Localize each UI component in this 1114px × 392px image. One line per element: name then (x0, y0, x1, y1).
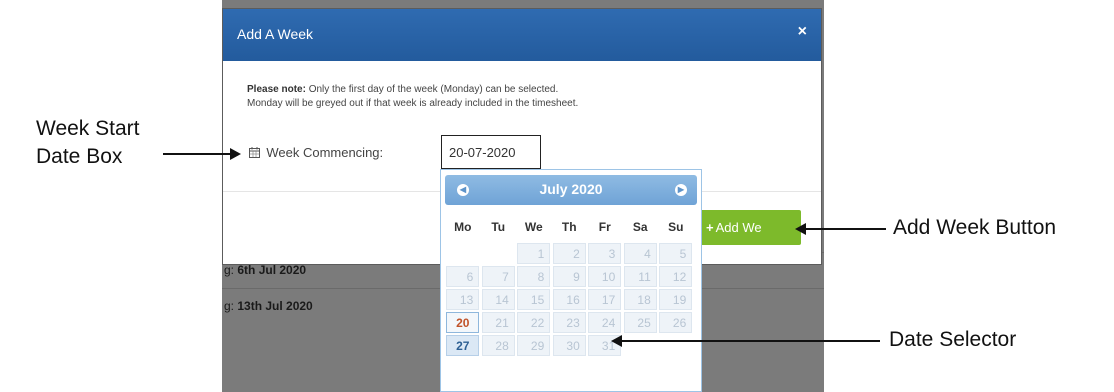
datepicker-header: ◀ July 2020 ▶ (445, 175, 697, 205)
row-week-value: 13th Jul 2020 (237, 299, 313, 313)
weekday-label: Tu (491, 220, 506, 234)
annotation-week-start: Week Start Date Box (36, 115, 139, 171)
modal-header: Add A Week × (223, 9, 821, 61)
calendar-day-disabled: 3 (588, 243, 622, 264)
close-icon[interactable]: × (798, 23, 807, 41)
calendar-day-disabled: 13 (446, 289, 480, 310)
annotation-arrow-line (806, 228, 886, 230)
note-bold-label: Please note: (247, 84, 306, 95)
add-week-label: Add We (715, 220, 762, 235)
calendar-icon (249, 146, 263, 160)
week-start-date-input[interactable]: 20-07-2020 (441, 135, 541, 169)
calendar-day-disabled: 10 (588, 266, 622, 287)
plus-icon: + (706, 220, 714, 235)
weekday-label: Fr (598, 220, 611, 234)
weekday-label: Mo (454, 220, 472, 234)
calendar-day-disabled: 7 (481, 266, 515, 287)
date-selector[interactable]: ◀ July 2020 ▶ Mo Tu We Th Fr Sa Su 1 2 3 4 5 6 7 8 9 10… (440, 169, 702, 392)
calendar-day-disabled: 4 (623, 243, 657, 264)
row-label: g: (224, 299, 235, 313)
calendar-day-disabled: 16 (552, 289, 586, 310)
calendar-day-disabled: 30 (552, 335, 586, 356)
arrow-left-icon (611, 335, 622, 347)
calendar-day-disabled: 2 (552, 243, 586, 264)
calendar-day-disabled: 23 (552, 312, 586, 333)
annotation-arrow-line (163, 153, 231, 155)
calendar-empty-cell (446, 243, 479, 264)
calendar-day-disabled: 17 (588, 289, 622, 310)
calendar-day-disabled: 18 (623, 289, 657, 310)
calendar-day-disabled: 5 (659, 243, 693, 264)
modal-title: Add A Week (237, 26, 314, 42)
calendar-week-row: 13 14 15 16 17 18 19 (445, 288, 694, 311)
annotation-date-selector: Date Selector (889, 328, 1017, 351)
calendar-day-disabled: 29 (517, 335, 551, 356)
calendar-week-row: 12345 (445, 242, 694, 265)
note-line-1: Only the first day of the week (Monday) … (305, 84, 559, 95)
calendar-week-row: 6 7 8 9 10 11 12 (445, 265, 694, 288)
calendar-day-selectable[interactable]: 27 (446, 335, 480, 356)
weekday-label: Su (668, 220, 684, 234)
calendar-day-disabled: 19 (659, 289, 693, 310)
calendar-day-disabled: 28 (481, 335, 515, 356)
weekday-header-row: Mo Tu We Th Fr Sa Su (445, 212, 694, 242)
add-week-button[interactable]: + Add We (700, 210, 801, 245)
calendar-day-disabled: 11 (623, 266, 657, 287)
annotation-add-week: Add Week Button (893, 216, 1057, 239)
weekday-label: Th (561, 220, 577, 234)
calendar-empty-cell (482, 243, 515, 264)
annotation-week-start-line2: Date Box (36, 145, 123, 168)
calendar-day-disabled: 22 (517, 312, 551, 333)
weekday-label: We (524, 220, 543, 234)
calendar-day-disabled: 8 (517, 266, 551, 287)
calendar-day-disabled: 6 (446, 266, 480, 287)
calendar-day-disabled: 25 (623, 312, 657, 333)
calendar-empty-cell (624, 335, 657, 356)
calendar-day-disabled: 24 (588, 312, 622, 333)
calendar-day-disabled: 9 (552, 266, 586, 287)
calendar-day-disabled: 12 (659, 266, 693, 287)
calendar-day-disabled: 15 (517, 289, 551, 310)
calendar-day-disabled: 26 (659, 312, 693, 333)
weekday-label: Sa (632, 220, 648, 234)
row-label: g: (224, 263, 235, 277)
annotation-arrow-line (622, 340, 880, 342)
calendar-day-selected[interactable]: 20 (446, 312, 480, 333)
calendar-grid: Mo Tu We Th Fr Sa Su 1 2 3 4 5 6 7 8 9 10 11 12 13 14 15 16 17… (445, 212, 694, 357)
calendar-day-disabled: 21 (481, 312, 515, 333)
next-month-icon[interactable]: ▶ (675, 184, 687, 196)
week-commencing-text: Week Commencing: (266, 145, 384, 160)
month-title[interactable]: July 2020 (445, 181, 697, 197)
calendar-week-row: 20 21 22 23 24 25 26 (445, 311, 694, 334)
arrow-left-icon (795, 223, 806, 235)
arrow-right-icon (230, 148, 241, 160)
calendar-day-disabled: 1 (517, 243, 551, 264)
instruction-note: Please note: Only the first day of the w… (247, 83, 578, 111)
note-line-2: Monday will be greyed out if that week i… (247, 98, 579, 109)
calendar-week-row: 27 28 29 30 31 (445, 334, 694, 357)
week-commencing-label: Week Commencing: (249, 145, 383, 160)
annotation-week-start-line1: Week Start (36, 117, 140, 140)
calendar-day-disabled: 14 (481, 289, 515, 310)
row-week-value: 6th Jul 2020 (237, 263, 307, 277)
calendar-empty-cell (659, 335, 692, 356)
